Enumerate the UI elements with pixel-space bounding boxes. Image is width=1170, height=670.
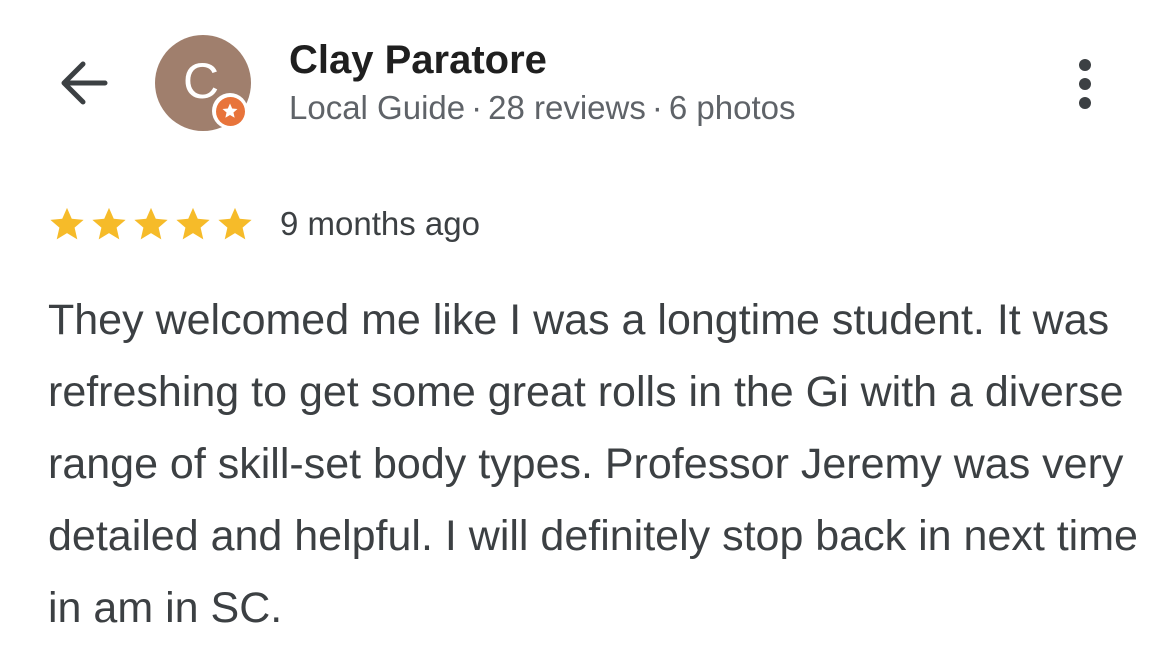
reviewer-meta: Local Guide · 28 reviews · 6 photos <box>289 89 795 127</box>
star-icon <box>134 207 168 240</box>
back-button[interactable] <box>52 52 114 114</box>
rating-row: 9 months ago <box>48 202 480 246</box>
separator-dot: · <box>471 89 483 126</box>
star-badge-icon <box>222 103 238 118</box>
review-time: 9 months ago <box>280 205 480 242</box>
local-guide-label: Local Guide <box>289 89 466 126</box>
star-icon <box>92 207 126 240</box>
local-guide-badge <box>212 93 248 129</box>
star-icon <box>176 207 210 240</box>
reviews-count: 28 reviews <box>488 89 646 126</box>
avatar-letter: C <box>182 53 220 109</box>
reviewer-name[interactable]: Clay Paratore <box>289 38 547 83</box>
arrow-left-icon <box>61 61 108 105</box>
photos-count: 6 photos <box>668 89 796 126</box>
more-options-button[interactable] <box>1062 52 1108 116</box>
star-icon <box>218 207 252 240</box>
separator-dot: · <box>651 89 663 126</box>
star-rating <box>48 205 258 243</box>
review-text: They welcomed me like I was a longtime s… <box>48 296 1138 632</box>
more-vertical-icon <box>1079 59 1091 109</box>
star-icon <box>50 207 84 240</box>
